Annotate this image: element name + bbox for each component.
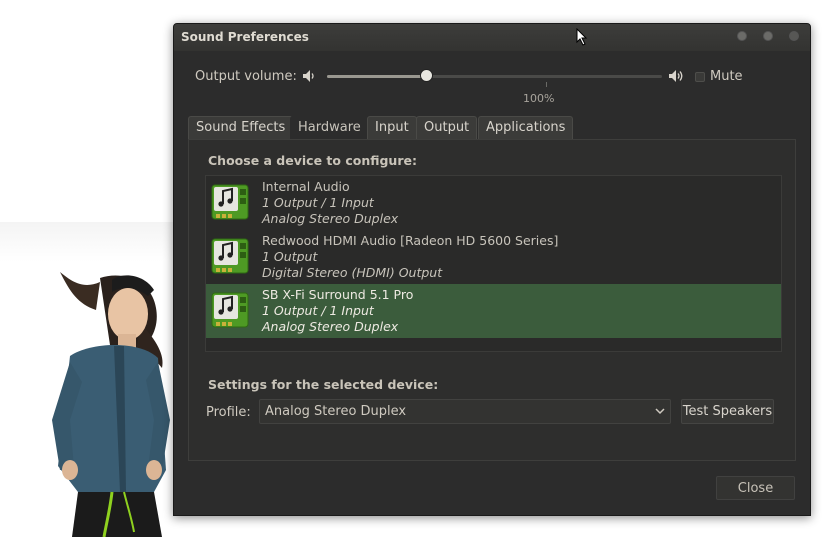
output-volume-label: Output volume: xyxy=(195,69,297,84)
sound-preferences-window: Sound Preferences Output volume: 100% Mu… xyxy=(173,23,811,516)
profile-label: Profile: xyxy=(206,405,251,420)
window-titlebar[interactable]: Sound Preferences xyxy=(174,24,810,51)
volume-100-tick-label: 100% xyxy=(523,92,555,105)
test-speakers-button[interactable]: Test Speakers xyxy=(681,399,774,424)
minimize-button[interactable] xyxy=(737,31,747,41)
mute-label[interactable]: Mute xyxy=(710,69,743,84)
device-io: 1 Output / 1 Input xyxy=(262,195,374,210)
choose-device-heading: Choose a device to configure: xyxy=(208,153,417,168)
volume-100-tick xyxy=(545,82,547,87)
device-profile: Digital Stereo (HDMI) Output xyxy=(262,265,443,280)
close-button[interactable]: Close xyxy=(716,476,795,500)
desktop-wallpaper-band xyxy=(0,222,180,262)
audio-card-icon xyxy=(211,184,249,220)
window-title: Sound Preferences xyxy=(181,30,309,44)
device-name: Redwood HDMI Audio [Radeon HD 5600 Serie… xyxy=(262,233,559,248)
wallpaper-figure-image xyxy=(52,272,170,537)
device-row-sb-xfi[interactable]: SB X-Fi Surround 5.1 Pro 1 Output / 1 In… xyxy=(206,284,781,338)
device-name: SB X-Fi Surround 5.1 Pro xyxy=(262,287,414,302)
device-row-internal-audio[interactable]: Internal Audio 1 Output / 1 Input Analog… xyxy=(206,176,781,230)
settings-heading: Settings for the selected device: xyxy=(208,377,439,392)
device-row-redwood-hdmi[interactable]: Redwood HDMI Audio [Radeon HD 5600 Serie… xyxy=(206,230,781,284)
audio-card-icon xyxy=(211,292,249,328)
hardware-tab-page: Choose a device to configure: Internal A… xyxy=(188,139,796,461)
audio-volume-low-icon[interactable] xyxy=(302,69,318,83)
audio-card-icon xyxy=(211,238,249,274)
profile-dropdown-value: Analog Stereo Duplex xyxy=(265,404,407,419)
audio-volume-high-icon[interactable] xyxy=(668,69,684,83)
tab-hardware[interactable]: Hardware xyxy=(290,116,369,139)
volume-slider-handle[interactable] xyxy=(419,69,433,82)
device-profile: Analog Stereo Duplex xyxy=(262,319,399,334)
device-name: Internal Audio xyxy=(262,179,350,194)
tab-output[interactable]: Output xyxy=(416,116,478,139)
mute-checkbox[interactable] xyxy=(695,72,705,82)
tab-applications[interactable]: Applications xyxy=(478,116,574,139)
volume-slider-fill xyxy=(327,75,426,78)
profile-dropdown[interactable]: Analog Stereo Duplex xyxy=(259,399,671,424)
close-window-button[interactable] xyxy=(789,31,799,41)
device-profile: Analog Stereo Duplex xyxy=(262,211,399,226)
tab-sound-effects[interactable]: Sound Effects xyxy=(188,116,294,139)
device-io: 1 Output / 1 Input xyxy=(262,303,374,318)
mouse-cursor-icon xyxy=(576,28,588,46)
device-list[interactable]: Internal Audio 1 Output / 1 Input Analog… xyxy=(205,175,782,352)
volume-slider-track[interactable] xyxy=(327,75,662,78)
tab-input[interactable]: Input xyxy=(367,116,417,139)
device-io: 1 Output xyxy=(262,249,318,264)
chevron-down-icon xyxy=(655,408,665,415)
maximize-button[interactable] xyxy=(763,31,773,41)
